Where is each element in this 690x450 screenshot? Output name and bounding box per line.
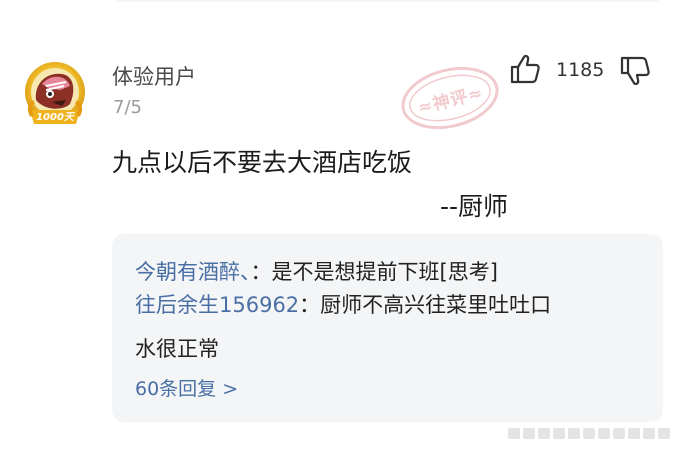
like-button[interactable] — [508, 52, 542, 86]
username[interactable]: 体验用户 — [112, 61, 196, 91]
view-more-replies-link[interactable]: 60条回复 > — [135, 374, 238, 401]
reply-text-continued: 水很正常 — [135, 337, 219, 361]
avatar[interactable]: 1000天 — [22, 60, 88, 126]
reply-separator: ： — [299, 293, 321, 317]
comment-body: 九点以后不要去大酒店吃饭 — [112, 148, 413, 177]
reply-author[interactable]: 往后余生156962 — [135, 293, 299, 317]
reply-panel[interactable]: 今朝有酒醉、：是不是想提前下班[思考] 往后余生156962：厨师不高兴往菜里吐… — [112, 234, 663, 422]
watermark — [508, 424, 682, 439]
reply-separator: ： — [250, 260, 272, 284]
dislike-button[interactable] — [618, 54, 652, 88]
reply-author[interactable]: 今朝有酒醉、 — [135, 260, 251, 284]
god-comment-stamp: ≈神评≈ — [392, 54, 508, 141]
reply-text: 是不是想提前下班[思考] — [271, 260, 498, 284]
badge-1000-days: 1000天 — [36, 112, 74, 123]
thumbs-down-icon — [620, 56, 650, 86]
like-count: 1185 — [556, 59, 605, 81]
previous-reply-panel — [112, 0, 662, 2]
reply-item[interactable]: 往后余生156962：厨师不高兴往菜里吐吐口 水很正常 — [135, 289, 635, 365]
comment-date: 7/5 — [113, 97, 142, 118]
comment-signature: --厨师 — [440, 192, 509, 221]
reply-item[interactable]: 今朝有酒醉、：是不是想提前下班[思考] — [135, 256, 498, 288]
thumbs-up-icon — [510, 54, 540, 84]
reply-text: 厨师不高兴往菜里吐吐口 — [320, 293, 552, 317]
